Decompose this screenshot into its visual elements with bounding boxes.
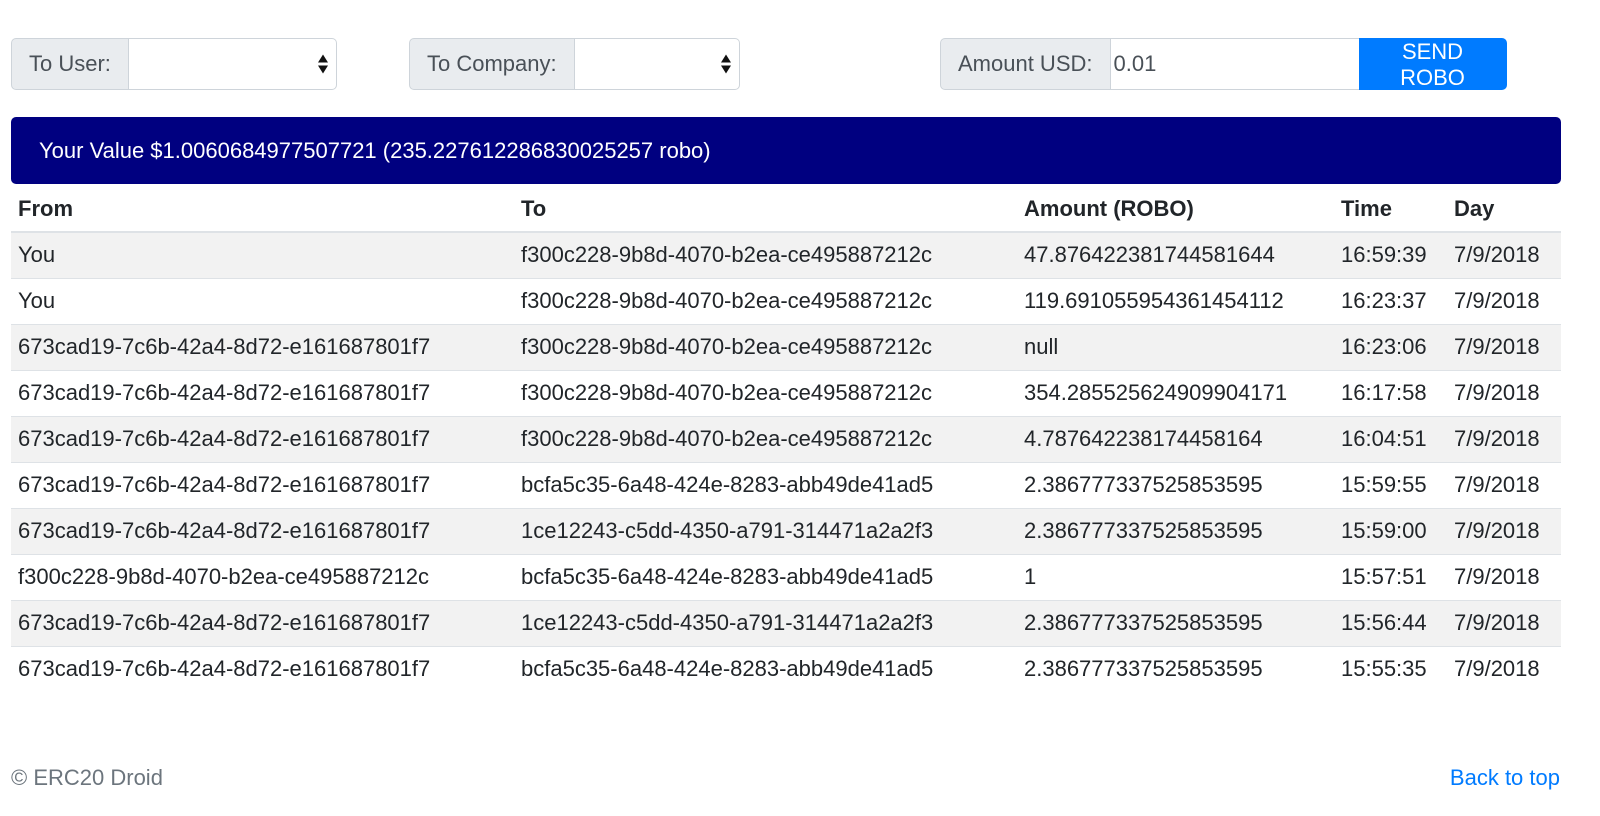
cell-from: f300c228-9b8d-4070-b2ea-ce495887212c <box>11 553 514 600</box>
cell-from: 673cad19-7c6b-42a4-8d72-e161687801f7 <box>11 645 514 692</box>
cell-time: 16:59:39 <box>1334 231 1447 278</box>
cell-day: 7/9/2018 <box>1447 599 1561 646</box>
column-header-to: To <box>514 186 1017 233</box>
cell-from: 673cad19-7c6b-42a4-8d72-e161687801f7 <box>11 461 514 508</box>
cell-day: 7/9/2018 <box>1447 553 1561 600</box>
cell-day: 7/9/2018 <box>1447 645 1561 692</box>
cell-to: f300c228-9b8d-4070-b2ea-ce495887212c <box>514 231 1017 278</box>
send-robo-button[interactable]: SEND ROBO <box>1358 38 1507 90</box>
cell-amount: 2.386777337525853595 <box>1017 507 1334 554</box>
cell-from: 673cad19-7c6b-42a4-8d72-e161687801f7 <box>11 415 514 462</box>
cell-from: 673cad19-7c6b-42a4-8d72-e161687801f7 <box>11 507 514 554</box>
column-header-time: Time <box>1334 186 1447 233</box>
cell-amount: 2.386777337525853595 <box>1017 461 1334 508</box>
cell-day: 7/9/2018 <box>1447 507 1561 554</box>
table-row: 673cad19-7c6b-42a4-8d72-e161687801f7 1ce… <box>11 599 1561 646</box>
cell-to: 1ce12243-c5dd-4350-a791-314471a2a2f3 <box>514 507 1017 554</box>
to-company-group: To Company: <box>409 38 740 90</box>
page: To User: To Company: Amount USD: SEND RO… <box>0 0 1600 816</box>
cell-amount: null <box>1017 323 1334 370</box>
cell-from: 673cad19-7c6b-42a4-8d72-e161687801f7 <box>11 323 514 370</box>
cell-time: 16:23:06 <box>1334 323 1447 370</box>
table-row: 673cad19-7c6b-42a4-8d72-e161687801f7 f30… <box>11 323 1561 370</box>
cell-amount: 2.386777337525853595 <box>1017 599 1334 646</box>
table-row: 673cad19-7c6b-42a4-8d72-e161687801f7 f30… <box>11 415 1561 462</box>
select-arrows-icon <box>720 54 731 74</box>
table-row: 673cad19-7c6b-42a4-8d72-e161687801f7 bcf… <box>11 461 1561 508</box>
amount-group: Amount USD: SEND ROBO <box>940 38 1507 90</box>
table-row: You f300c228-9b8d-4070-b2ea-ce495887212c… <box>11 277 1561 324</box>
cell-day: 7/9/2018 <box>1447 369 1561 416</box>
cell-time: 15:59:55 <box>1334 461 1447 508</box>
cell-amount: 1 <box>1017 553 1334 600</box>
to-user-label: To User: <box>11 38 129 90</box>
table-row: You f300c228-9b8d-4070-b2ea-ce495887212c… <box>11 231 1561 278</box>
cell-time: 16:04:51 <box>1334 415 1447 462</box>
table-row: f300c228-9b8d-4070-b2ea-ce495887212c bcf… <box>11 553 1561 600</box>
cell-from: 673cad19-7c6b-42a4-8d72-e161687801f7 <box>11 599 514 646</box>
cell-time: 15:56:44 <box>1334 599 1447 646</box>
cell-time: 16:17:58 <box>1334 369 1447 416</box>
value-banner: Your Value $1.0060684977507721 (235.2276… <box>11 117 1561 184</box>
cell-to: f300c228-9b8d-4070-b2ea-ce495887212c <box>514 415 1017 462</box>
cell-day: 7/9/2018 <box>1447 323 1561 370</box>
table-row: 673cad19-7c6b-42a4-8d72-e161687801f7 1ce… <box>11 507 1561 554</box>
cell-to: f300c228-9b8d-4070-b2ea-ce495887212c <box>514 323 1017 370</box>
cell-time: 16:23:37 <box>1334 277 1447 324</box>
cell-amount: 119.691055954361454112 <box>1017 277 1334 324</box>
to-user-group: To User: <box>11 38 337 90</box>
column-header-amount: Amount (ROBO) <box>1017 186 1334 233</box>
cell-day: 7/9/2018 <box>1447 415 1561 462</box>
cell-amount: 2.386777337525853595 <box>1017 645 1334 692</box>
cell-amount: 354.285525624909904171 <box>1017 369 1334 416</box>
select-arrows-icon <box>317 54 328 74</box>
table-row: 673cad19-7c6b-42a4-8d72-e161687801f7 f30… <box>11 369 1561 416</box>
cell-to: bcfa5c35-6a48-424e-8283-abb49de41ad5 <box>514 461 1017 508</box>
table-row: 673cad19-7c6b-42a4-8d72-e161687801f7 bcf… <box>11 645 1561 692</box>
cell-to: f300c228-9b8d-4070-b2ea-ce495887212c <box>514 277 1017 324</box>
cell-time: 15:57:51 <box>1334 553 1447 600</box>
cell-to: f300c228-9b8d-4070-b2ea-ce495887212c <box>514 369 1017 416</box>
footer-copyright: © ERC20 Droid <box>11 765 163 790</box>
column-header-day: Day <box>1447 186 1561 233</box>
cell-to: bcfa5c35-6a48-424e-8283-abb49de41ad5 <box>514 553 1017 600</box>
cell-from: You <box>11 231 514 278</box>
cell-time: 15:59:00 <box>1334 507 1447 554</box>
cell-to: bcfa5c35-6a48-424e-8283-abb49de41ad5 <box>514 645 1017 692</box>
amount-input[interactable] <box>1110 38 1359 90</box>
cell-to: 1ce12243-c5dd-4350-a791-314471a2a2f3 <box>514 599 1017 646</box>
value-banner-text: Your Value $1.0060684977507721 (235.2276… <box>39 137 711 163</box>
cell-day: 7/9/2018 <box>1447 231 1561 278</box>
to-company-select[interactable] <box>574 38 740 90</box>
to-user-select[interactable] <box>128 38 337 90</box>
cell-amount: 47.876422381744581644 <box>1017 231 1334 278</box>
transactions-table: From To Amount (ROBO) Time Day You f300c… <box>11 186 1561 692</box>
cell-from: 673cad19-7c6b-42a4-8d72-e161687801f7 <box>11 369 514 416</box>
amount-label: Amount USD: <box>940 38 1111 90</box>
table-header-row: From To Amount (ROBO) Time Day <box>11 186 1561 233</box>
to-company-label: To Company: <box>409 38 575 90</box>
cell-amount: 4.787642238174458164 <box>1017 415 1334 462</box>
cell-day: 7/9/2018 <box>1447 461 1561 508</box>
cell-time: 15:55:35 <box>1334 645 1447 692</box>
cell-from: You <box>11 277 514 324</box>
column-header-from: From <box>11 186 514 233</box>
cell-day: 7/9/2018 <box>1447 277 1561 324</box>
back-to-top-link[interactable]: Back to top <box>1450 765 1560 791</box>
